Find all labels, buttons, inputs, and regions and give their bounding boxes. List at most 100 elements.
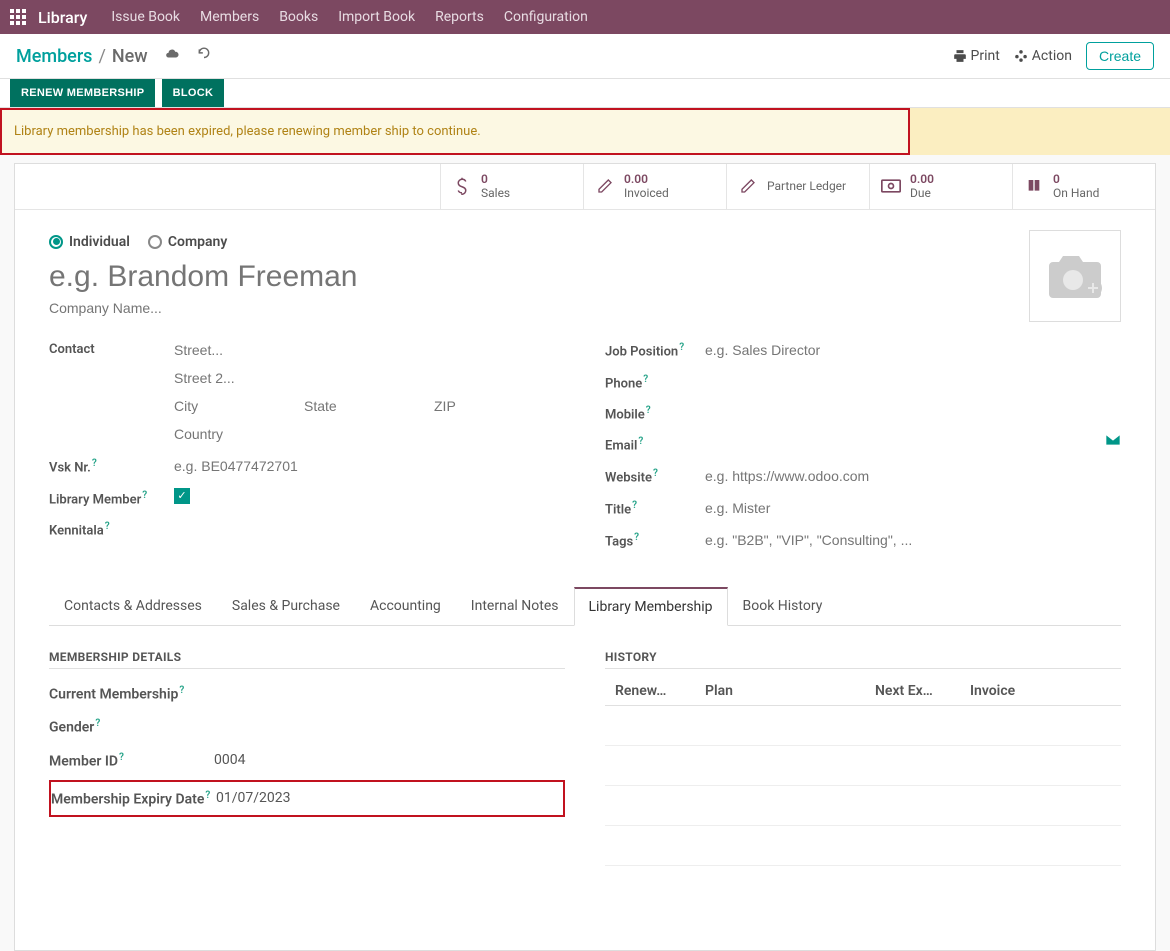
stat-onhand-num: 0 <box>1053 172 1099 186</box>
tab-accounting[interactable]: Accounting <box>355 587 456 626</box>
stat-due-num: 0.00 <box>910 172 934 186</box>
stat-onhand[interactable]: 0On Hand <box>1012 164 1155 209</box>
history-row[interactable] <box>605 826 1121 866</box>
website-input[interactable] <box>705 466 1121 486</box>
nav-import-book[interactable]: Import Book <box>338 9 415 25</box>
zip-input[interactable] <box>434 396 494 416</box>
history-row[interactable] <box>605 706 1121 746</box>
nav-configuration[interactable]: Configuration <box>504 9 588 25</box>
form-sheet: 0Sales 0.00Invoiced Partner Ledger 0.00D… <box>14 163 1156 951</box>
tab-sales[interactable]: Sales & Purchase <box>217 587 355 626</box>
stat-partner-ledger[interactable]: Partner Ledger <box>726 164 869 209</box>
create-button[interactable]: Create <box>1086 42 1154 70</box>
book-icon <box>1023 178 1045 194</box>
tab-book-history[interactable]: Book History <box>728 587 838 626</box>
member-id-label: Member ID? <box>49 752 214 770</box>
breadcrumb-bar: Members / New Print Action Create <box>0 34 1170 79</box>
mobile-label: Mobile? <box>605 403 705 422</box>
apps-icon[interactable] <box>10 9 26 25</box>
gender-label: Gender? <box>49 718 214 736</box>
tags-label: Tags? <box>605 530 705 549</box>
vsk-input[interactable] <box>174 456 565 476</box>
company-input[interactable] <box>49 300 449 316</box>
breadcrumb-current: New <box>112 46 148 67</box>
breadcrumb-members[interactable]: Members <box>16 46 92 67</box>
nav-members[interactable]: Members <box>200 9 259 25</box>
street2-input[interactable] <box>174 368 565 388</box>
radio-individual[interactable]: Individual <box>49 234 130 250</box>
image-upload[interactable] <box>1029 230 1121 322</box>
state-input[interactable] <box>304 396 404 416</box>
contact-label: Contact <box>49 340 174 357</box>
action-label: Action <box>1032 48 1072 64</box>
phone-label: Phone? <box>605 372 705 391</box>
kennitala-label: Kennitala? <box>49 519 174 538</box>
history-section-title: HISTORY <box>605 650 1121 669</box>
history-row[interactable] <box>605 786 1121 826</box>
tab-contacts[interactable]: Contacts & Addresses <box>49 587 217 626</box>
job-input[interactable] <box>705 340 1121 360</box>
history-table: Renew… Plan Next Ex… Invoice <box>605 677 1121 866</box>
street-input[interactable] <box>174 340 565 360</box>
history-col-exp[interactable]: Next Ex… <box>875 683 970 699</box>
action-button[interactable]: Action <box>1014 48 1072 64</box>
stat-sales-lbl: Sales <box>481 186 510 200</box>
undo-icon[interactable] <box>196 47 212 65</box>
history-col-renew[interactable]: Renew… <box>615 683 705 699</box>
stat-sales-num: 0 <box>481 172 510 186</box>
status-bar: RENEW MEMBERSHIP BLOCK <box>0 79 1170 108</box>
radio-company-label: Company <box>168 234 227 250</box>
website-label: Website? <box>605 466 705 485</box>
radio-company[interactable]: Company <box>148 234 227 250</box>
library-member-label: Library Member? <box>49 488 174 507</box>
member-id-value: 0004 <box>214 752 245 770</box>
nav-reports[interactable]: Reports <box>435 9 484 25</box>
dollar-icon <box>451 177 473 195</box>
history-row[interactable] <box>605 746 1121 786</box>
money-icon <box>880 179 902 193</box>
print-label: Print <box>971 48 1000 64</box>
nav-books[interactable]: Books <box>279 9 318 25</box>
tab-notes[interactable]: Internal Notes <box>456 587 574 626</box>
city-input[interactable] <box>174 396 274 416</box>
app-brand[interactable]: Library <box>38 8 87 27</box>
edit-icon <box>737 178 759 194</box>
current-membership-label: Current Membership? <box>49 685 214 703</box>
stat-invoiced-lbl: Invoiced <box>624 186 669 200</box>
library-member-checkbox[interactable]: ✓ <box>174 488 190 504</box>
expiry-highlight: Membership Expiry Date? 01/07/2023 <box>49 780 565 818</box>
renew-membership-button[interactable]: RENEW MEMBERSHIP <box>10 79 155 107</box>
membership-section-title: MEMBERSHIP DETAILS <box>49 650 565 669</box>
name-input[interactable] <box>49 260 649 294</box>
radio-icon <box>49 235 63 249</box>
stat-due[interactable]: 0.00Due <box>869 164 1012 209</box>
tab-library-membership[interactable]: Library Membership <box>574 587 728 626</box>
title-input[interactable] <box>705 498 1121 518</box>
cloud-icon[interactable] <box>164 47 180 65</box>
expiry-value: 01/07/2023 <box>216 790 291 808</box>
radio-individual-label: Individual <box>69 234 130 250</box>
block-button[interactable]: BLOCK <box>162 79 225 107</box>
country-input[interactable] <box>174 424 565 444</box>
nav-issue-book[interactable]: Issue Book <box>111 9 180 25</box>
email-label: Email? <box>605 434 705 453</box>
stat-sales[interactable]: 0Sales <box>440 164 583 209</box>
radio-icon <box>148 235 162 249</box>
history-col-plan[interactable]: Plan <box>705 683 875 699</box>
stat-row: 0Sales 0.00Invoiced Partner Ledger 0.00D… <box>15 164 1155 210</box>
alert-wrap: Library membership has been expired, ple… <box>0 108 1170 155</box>
expired-alert: Library membership has been expired, ple… <box>0 108 910 155</box>
history-col-inv[interactable]: Invoice <box>970 683 1111 699</box>
stat-due-lbl: Due <box>910 186 934 200</box>
title-label: Title? <box>605 498 705 517</box>
mail-icon[interactable] <box>1105 434 1121 450</box>
top-nav: Library Issue Book Members Books Import … <box>0 0 1170 34</box>
tags-input[interactable] <box>705 530 1121 550</box>
print-button[interactable]: Print <box>953 48 1000 64</box>
edit-icon <box>594 178 616 194</box>
job-label: Job Position? <box>605 340 705 359</box>
expiry-label: Membership Expiry Date? <box>51 790 216 808</box>
vsk-label: Vsk Nr.? <box>49 456 174 475</box>
stat-ledger-lbl: Partner Ledger <box>767 179 846 193</box>
stat-invoiced[interactable]: 0.00Invoiced <box>583 164 726 209</box>
